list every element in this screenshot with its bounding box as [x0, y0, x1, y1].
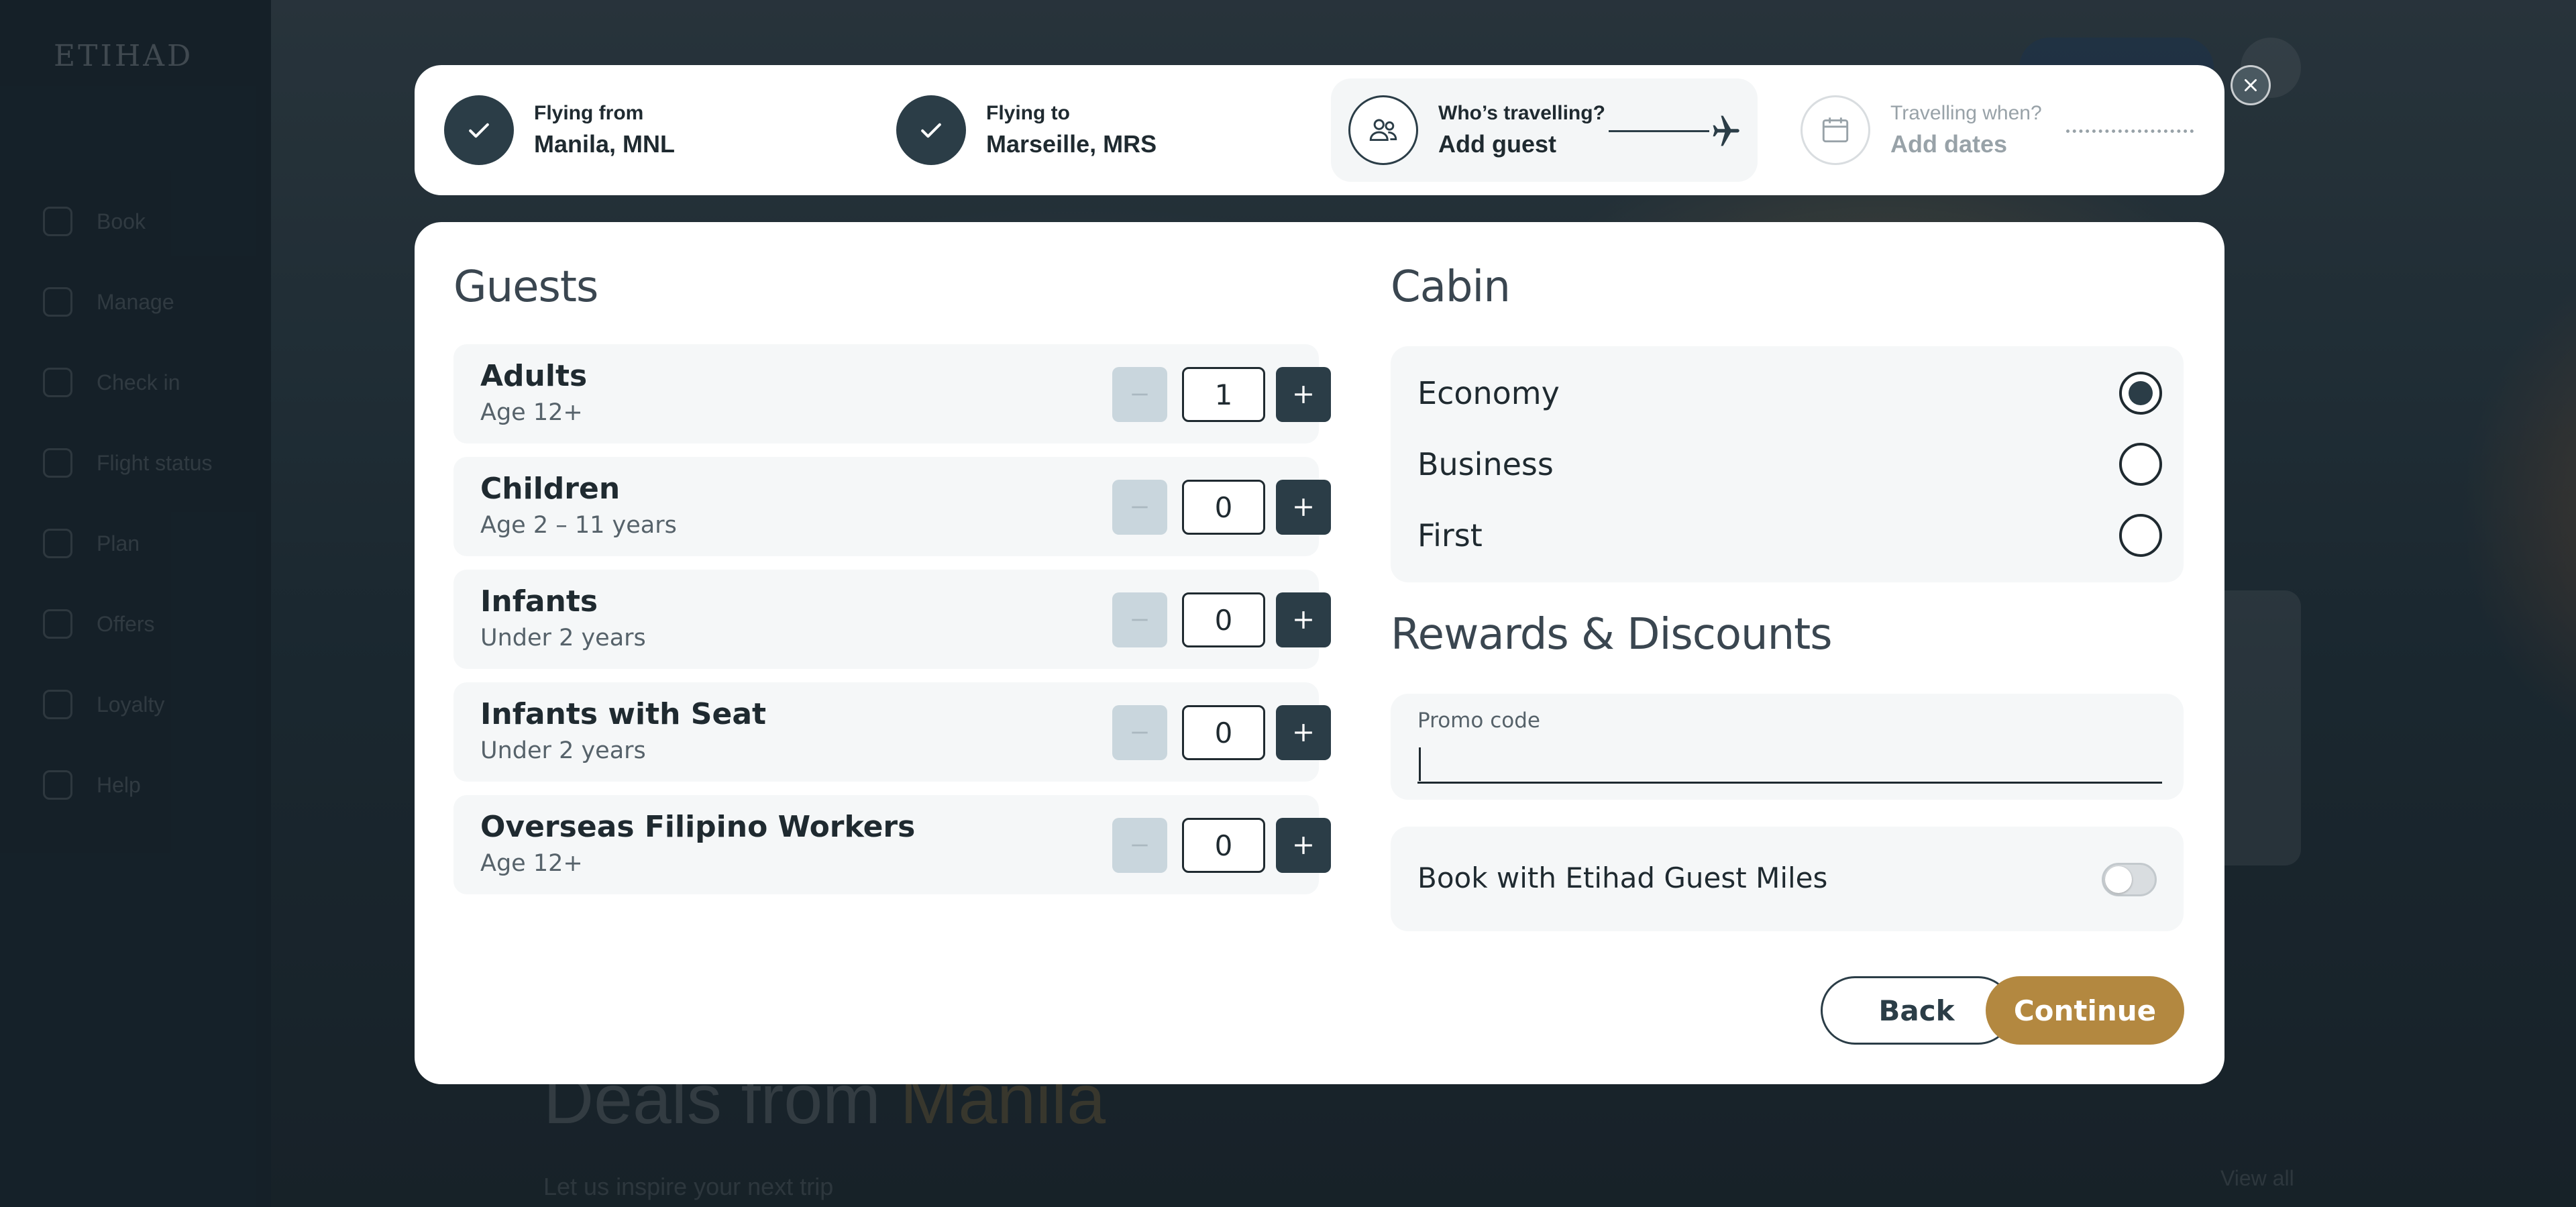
- decrement-button[interactable]: [1112, 592, 1167, 647]
- progress-line: [1609, 130, 1709, 132]
- decrement-button[interactable]: [1112, 705, 1167, 760]
- text-caret: [1419, 747, 1421, 781]
- promo-code-input[interactable]: [1417, 742, 2162, 784]
- quantity-field[interactable]: 0: [1182, 818, 1265, 873]
- plus-icon: [1295, 611, 1312, 629]
- guest-age-label: Age 12+: [480, 850, 583, 877]
- guest-type-label: Infants with Seat: [480, 697, 767, 731]
- etihad-miles-label: Book with Etihad Guest Miles: [1417, 861, 1828, 894]
- increment-button[interactable]: [1276, 818, 1331, 873]
- quantity-field[interactable]: 0: [1182, 592, 1265, 647]
- quantity-field[interactable]: 0: [1182, 480, 1265, 535]
- radio-dot: [2129, 381, 2153, 405]
- etihad-miles-toggle[interactable]: [2102, 863, 2157, 896]
- cabin-label: First: [1417, 517, 1483, 554]
- increment-button[interactable]: [1276, 705, 1331, 760]
- guest-row-children: Children Age 2 – 11 years 0: [453, 457, 1331, 556]
- decrement-button[interactable]: [1112, 818, 1167, 873]
- promo-code-label: Promo code: [1417, 709, 1540, 733]
- step-whos-travelling[interactable]: Who’s travelling? Add guest: [1348, 65, 1605, 195]
- cabin-option-first[interactable]: First: [1417, 502, 2162, 569]
- guest-age-label: Age 12+: [480, 399, 583, 426]
- etihad-miles-box: Book with Etihad Guest Miles: [1391, 827, 2184, 931]
- minus-icon: [1132, 844, 1148, 847]
- guest-row-adults: Adults Age 12+ 1: [453, 344, 1331, 443]
- calendar-icon: [1801, 95, 1870, 165]
- booking-stepper: Flying from Manila, MNL Flying to Marsei…: [415, 65, 2224, 195]
- guest-row-infants: Infants Under 2 years 0: [453, 570, 1331, 669]
- guest-type-label: Adults: [480, 359, 588, 393]
- guest-age-label: Under 2 years: [480, 625, 646, 651]
- step-flying-from[interactable]: Flying from Manila, MNL: [444, 65, 675, 195]
- guest-cabin-panel: Guests Adults Age 12+ 1 Children Age 2 –…: [415, 222, 2224, 1084]
- minus-icon: [1132, 619, 1148, 621]
- cabin-label: Business: [1417, 446, 1554, 482]
- cabin-options: Economy Business First: [1391, 346, 2184, 582]
- guest-age-label: Under 2 years: [480, 737, 646, 764]
- increment-button[interactable]: [1276, 592, 1331, 647]
- rewards-title: Rewards & Discounts: [1391, 610, 1833, 660]
- increment-button[interactable]: [1276, 367, 1331, 422]
- guests-title: Guests: [453, 262, 598, 312]
- step-value: Add guest: [1438, 130, 1556, 158]
- guest-type-label: Infants: [480, 584, 598, 619]
- plus-icon: [1295, 386, 1312, 403]
- guest-row-infants-with-seat: Infants with Seat Under 2 years 0: [453, 682, 1331, 782]
- pending-progress-line: [2066, 129, 2194, 133]
- cabin-title: Cabin: [1391, 262, 1511, 312]
- guests-icon: [1348, 95, 1418, 165]
- check-icon: [896, 95, 966, 165]
- guest-age-label: Age 2 – 11 years: [480, 512, 677, 539]
- quantity-field[interactable]: 1: [1182, 367, 1265, 422]
- radio-unselected[interactable]: [2119, 443, 2162, 486]
- step-label: Flying to: [986, 102, 1070, 124]
- plus-icon: [1295, 837, 1312, 854]
- guest-row-overseas-filipino-workers: Overseas Filipino Workers Age 12+ 0: [453, 795, 1331, 894]
- minus-icon: [1132, 731, 1148, 734]
- step-flying-to[interactable]: Flying to Marseille, MRS: [896, 65, 1157, 195]
- back-button[interactable]: Back: [1821, 976, 2012, 1045]
- quantity-field[interactable]: 0: [1182, 705, 1265, 760]
- decrement-button[interactable]: [1112, 367, 1167, 422]
- guest-type-label: Overseas Filipino Workers: [480, 810, 916, 844]
- step-label: Flying from: [534, 102, 644, 124]
- step-value: Manila, MNL: [534, 130, 676, 158]
- radio-selected[interactable]: [2119, 372, 2162, 415]
- step-label: Travelling when?: [1890, 102, 2042, 124]
- plane-icon: [1713, 115, 1739, 146]
- plus-icon: [1295, 724, 1312, 741]
- step-label: Who’s travelling?: [1438, 102, 1605, 124]
- step-travelling-when[interactable]: Travelling when? Add dates: [1801, 65, 2042, 195]
- plus-icon: [1295, 498, 1312, 516]
- continue-button[interactable]: Continue: [1986, 976, 2184, 1045]
- cabin-label: Economy: [1417, 375, 1560, 411]
- increment-button[interactable]: [1276, 480, 1331, 535]
- guest-type-label: Children: [480, 472, 621, 506]
- cabin-option-business[interactable]: Business: [1417, 431, 2162, 498]
- decrement-button[interactable]: [1112, 480, 1167, 535]
- step-value: Marseille, MRS: [986, 130, 1157, 158]
- toggle-knob: [2105, 866, 2132, 893]
- step-value: Add dates: [1890, 130, 2008, 158]
- minus-icon: [1132, 506, 1148, 509]
- close-modal-button[interactable]: [2231, 65, 2271, 105]
- cabin-option-economy[interactable]: Economy: [1417, 360, 2162, 427]
- promo-code-box: Promo code: [1391, 694, 2184, 800]
- radio-unselected[interactable]: [2119, 514, 2162, 557]
- check-icon: [444, 95, 514, 165]
- close-icon: [2245, 79, 2257, 91]
- minus-icon: [1132, 393, 1148, 396]
